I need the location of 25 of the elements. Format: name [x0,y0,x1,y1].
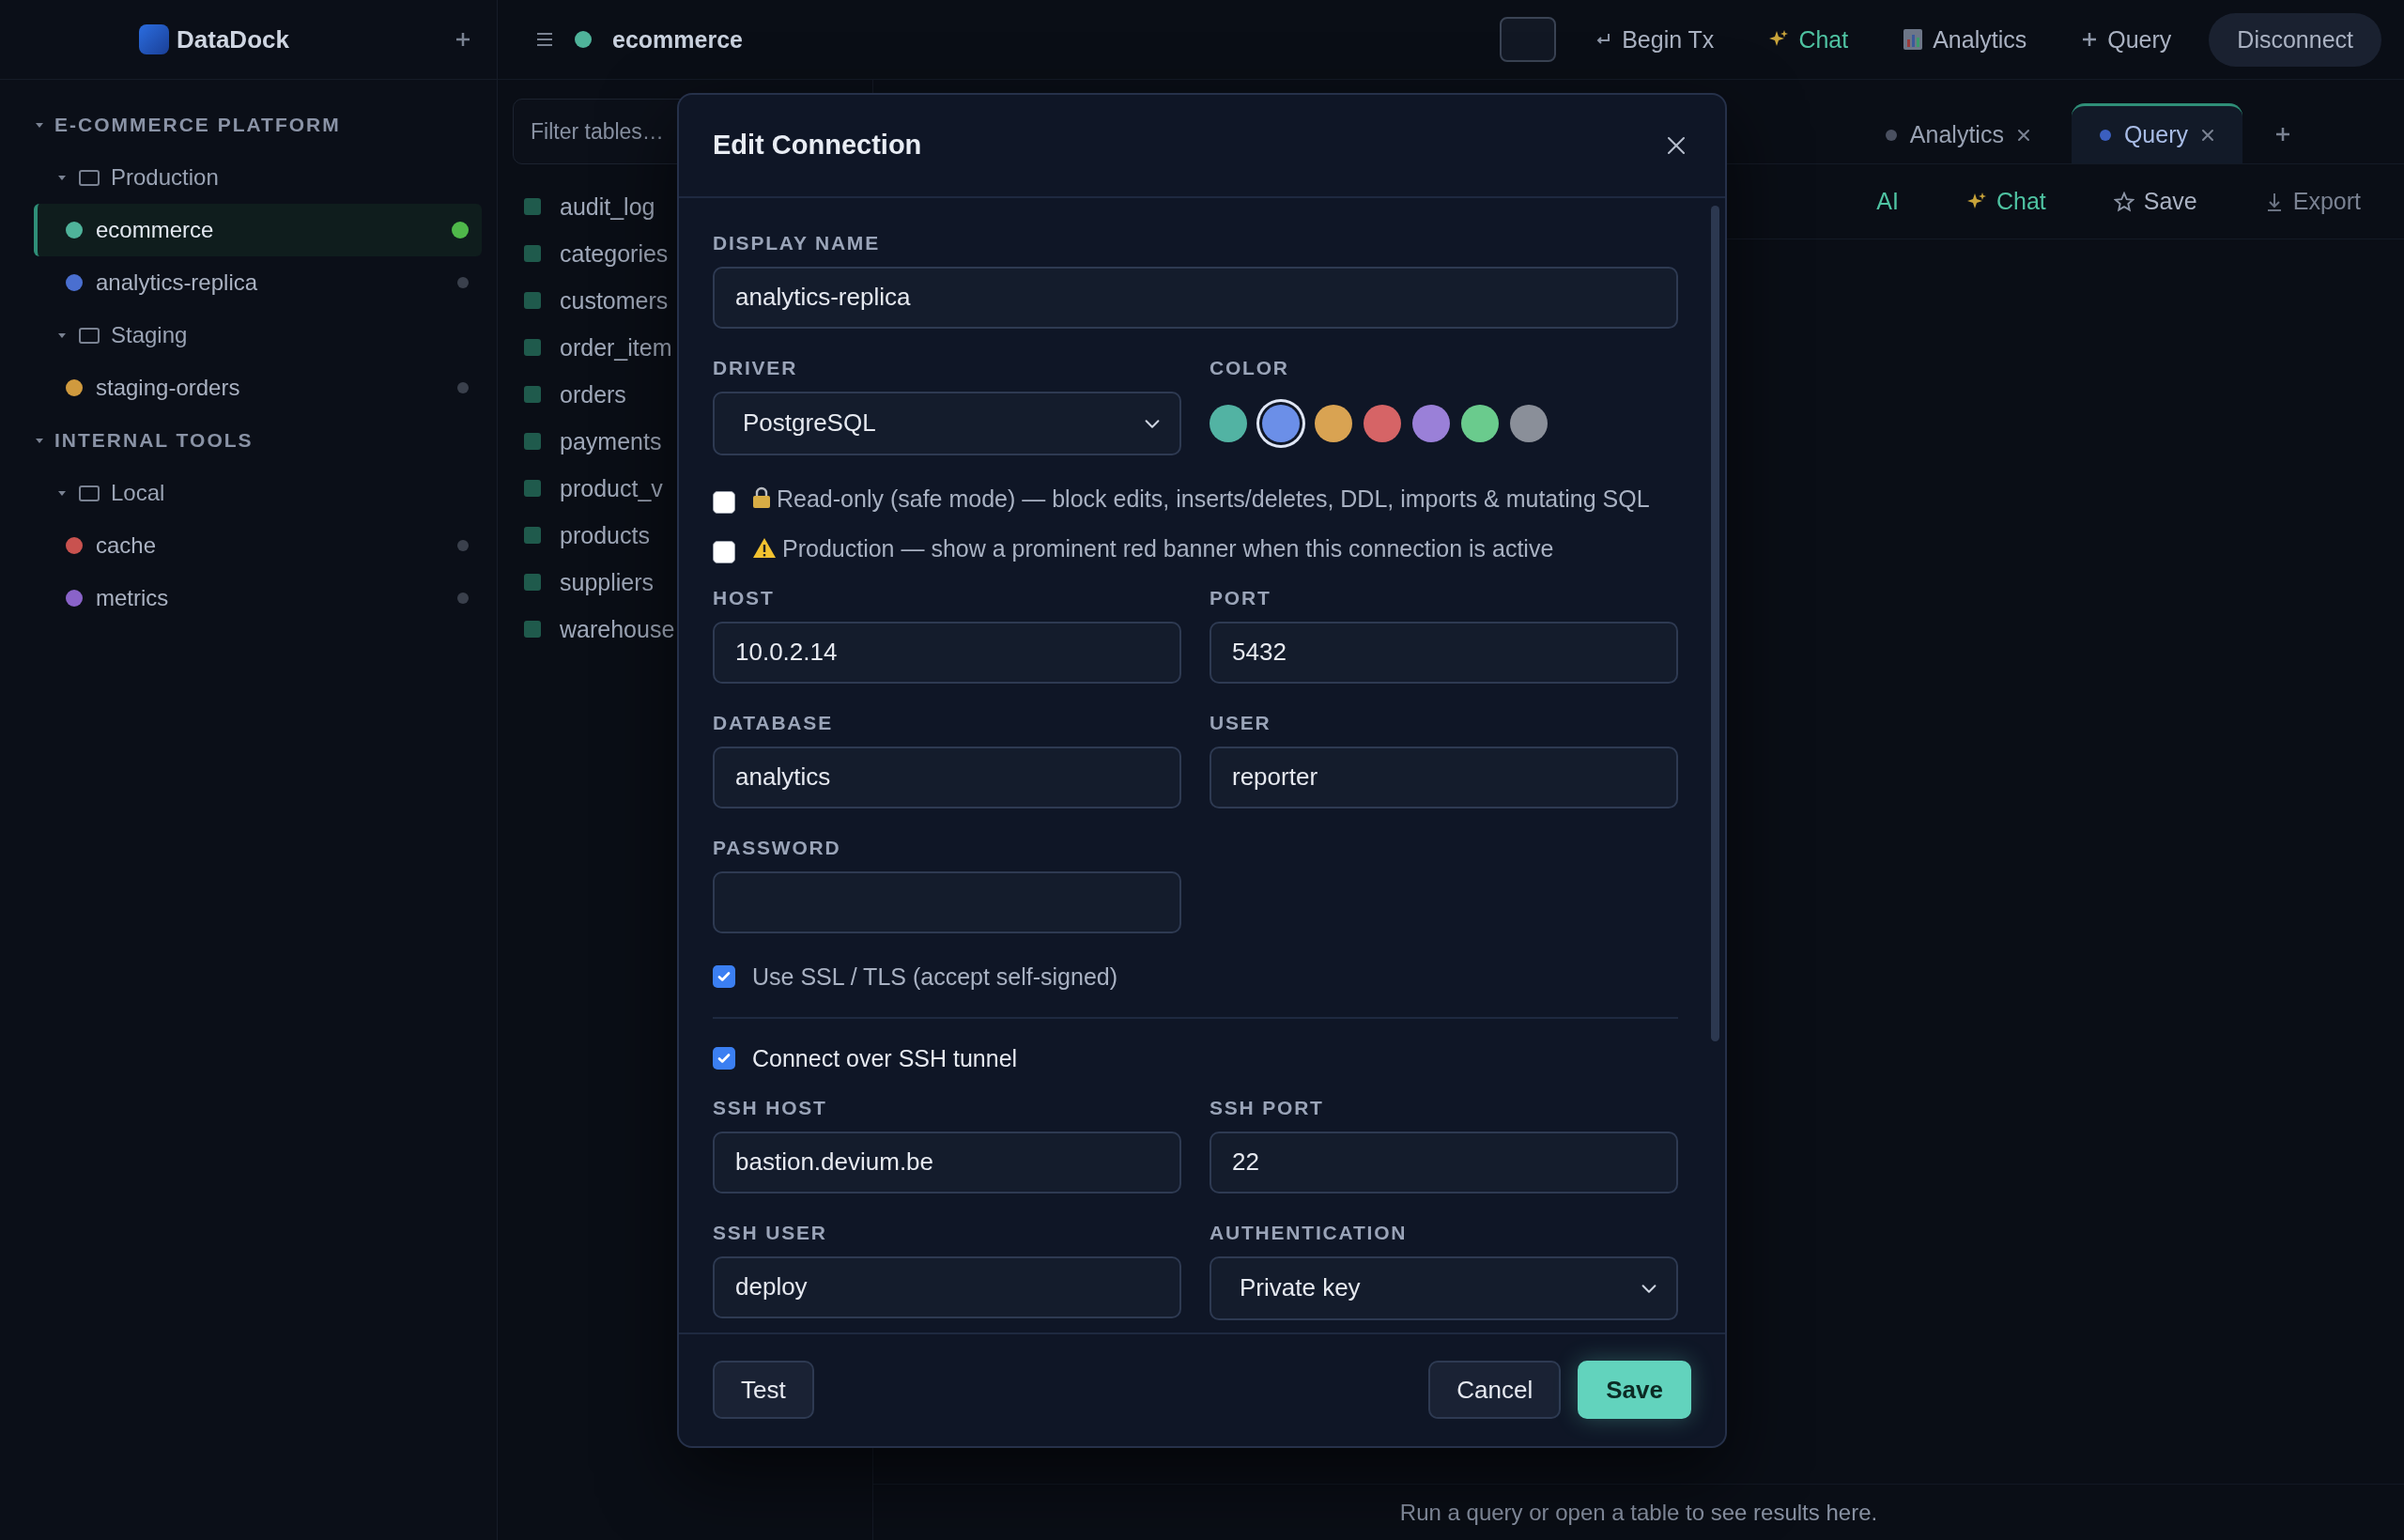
field-label: DISPLAY NAME [713,231,880,254]
option-label: Use SSL / TLS (accept self-signed) [752,962,1118,992]
field-label: COLOR [1210,356,1289,379]
field-label: SSH PORT [1210,1096,1324,1119]
field-label: HOST [713,586,775,609]
field-label: AUTHENTICATION [1210,1221,1408,1244]
field-label: SSH USER [713,1221,827,1244]
connection-name: analytics-replica [96,270,258,296]
field-label: PORT [1210,586,1271,609]
empty-message: Run a query or open a table to see results here. [1399,1499,1878,1526]
field-label: SSH HOST [713,1096,827,1119]
field-label: USER [1210,711,1271,734]
connection-name: ecommerce [96,217,214,243]
dialog-title: Edit Connection [713,130,922,161]
field-label: DRIVER [713,356,798,379]
connection-name: cache [96,532,157,559]
option-label: Production — show a prominent red banner when this connection is active [782,534,1554,562]
connection-title: ecommerce [612,25,743,54]
field-label: DATABASE [713,711,833,734]
field-label: PASSWORD [713,836,841,859]
app-name: DataDock [177,24,290,54]
connection-name: metrics [96,585,169,611]
connection-name: staging-orders [96,375,240,401]
option-label: Read-only (safe mode) — block edits, inserts/deletes, DDL, imports & mutating SQL [777,485,1650,512]
option-label: Connect over SSH tunnel [752,1043,1018,1073]
